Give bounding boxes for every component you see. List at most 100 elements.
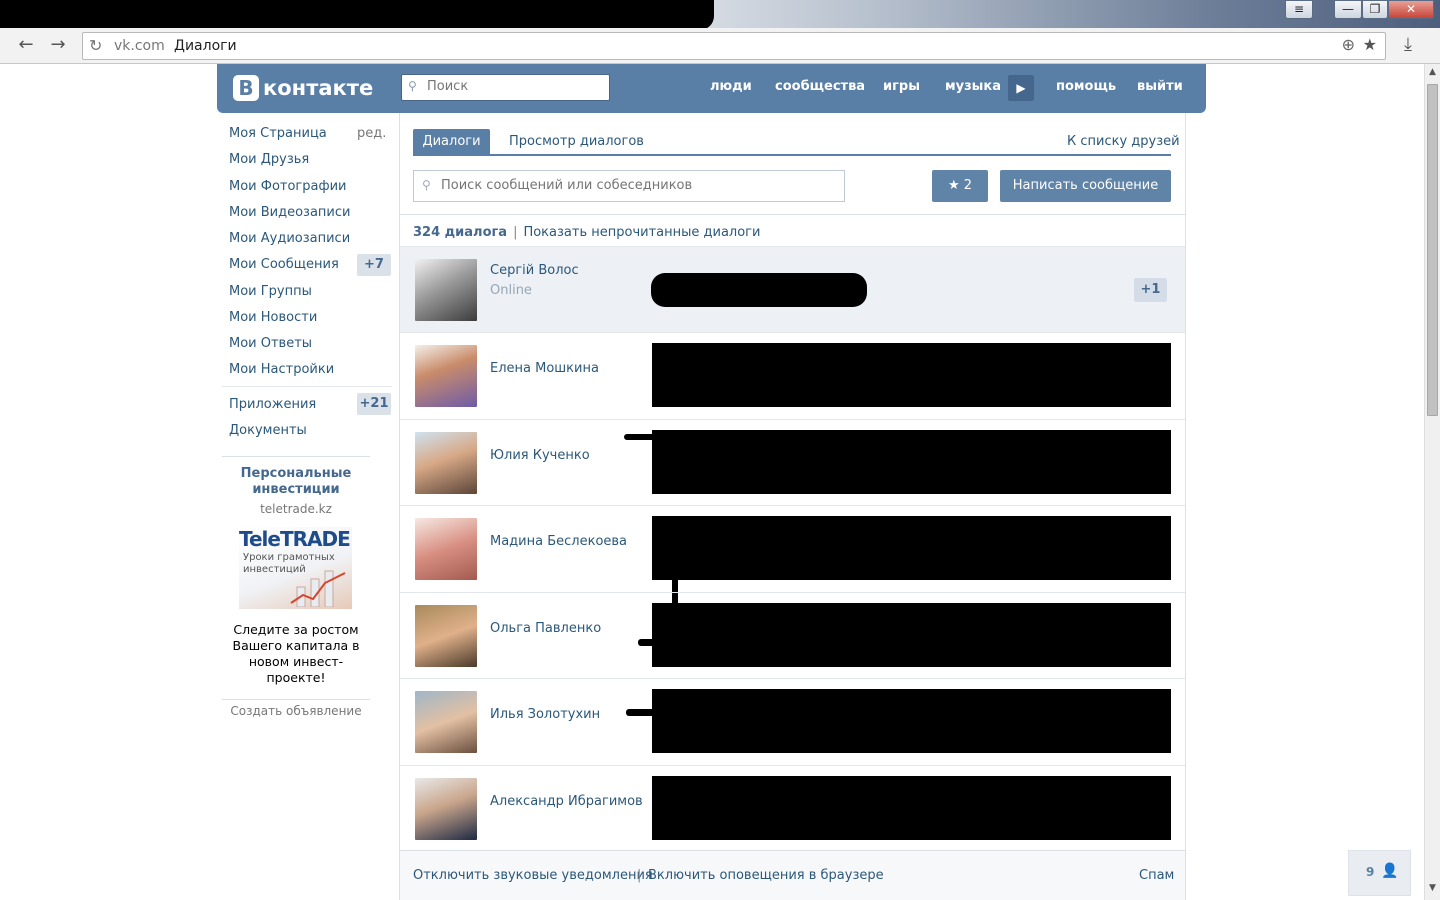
search-icon: ⚲ [422,178,431,192]
bookmark-star-icon[interactable]: ★ [1363,35,1377,54]
redacted-message [652,516,1171,580]
tab-view-dialogs[interactable]: Просмотр диалогов [509,134,644,149]
address-bar[interactable]: ↻ vk.com Диалоги ⊕ ★ [82,32,1386,60]
dialog-row[interactable]: Мадина Беслекоева [400,505,1185,604]
spam-link[interactable]: Спам [1139,868,1174,883]
avatar[interactable] [415,691,477,753]
scrollbar-thumb[interactable] [1427,84,1438,416]
dialog-user-name[interactable]: Юлия Кученко [490,448,590,463]
summary-divider [400,214,1185,215]
mute-sounds-link[interactable]: Отключить звуковые уведомления [413,868,653,883]
menu-groups[interactable]: Мои Группы [229,284,312,299]
menu-icon[interactable]: ≡ [1285,0,1313,19]
favorites-button[interactable]: ★ 2 [932,170,988,202]
dialog-user-name[interactable]: Ольга Павленко [490,621,601,636]
to-friends-link[interactable]: К списку друзей [1067,134,1180,149]
avatar[interactable] [415,778,477,840]
dialog-user-name[interactable]: Сергій Волос [490,263,579,278]
message-search-input[interactable] [441,178,841,193]
ad-image[interactable]: TeleTRADE Уроки грамотных инвестиций [239,527,352,609]
avatar[interactable] [415,259,477,321]
redacted-message [652,430,1171,494]
tabs-underline [413,154,1171,156]
redacted-tabs-area [0,0,714,30]
avatar[interactable] [415,605,477,667]
dialog-row[interactable]: Александр Ибрагимов [400,765,1185,851]
zoom-icon[interactable]: ⊕ [1342,35,1355,54]
dialogs-count: 324 диалога [413,225,508,240]
page-scrollbar[interactable]: ▲ ▼ [1424,64,1440,900]
menu-settings[interactable]: Мои Настройки [229,362,334,377]
online-status: Online [490,283,532,298]
redaction-stroke [624,434,664,440]
forward-icon[interactable]: → [46,35,70,57]
redacted-message [652,689,1171,753]
url-path: Диалоги [174,38,237,54]
write-message-button[interactable]: Написать сообщение [1000,170,1171,202]
ad-text[interactable]: Следите за ростом Вашего капитала в ново… [222,622,370,686]
download-icon[interactable]: ⤓ [1404,34,1412,55]
nav-music[interactable]: музыка [945,79,1001,94]
nav-logout[interactable]: выйти [1137,79,1183,94]
dialog-user-name[interactable]: Александр Ибрагимов [490,794,643,809]
nav-communities[interactable]: сообщества [775,79,865,94]
menu-my-page[interactable]: Моя Страница [229,126,327,141]
nav-games[interactable]: игры [883,79,920,94]
menu-videos[interactable]: Мои Видеозаписи [229,205,350,220]
star-icon: ★ [947,178,960,193]
avatar[interactable] [415,432,477,494]
vk-logo-icon: В [233,75,259,101]
redacted-message [652,343,1171,407]
header-search-input[interactable] [427,79,605,94]
ad-title[interactable]: Персональные инвестиции [222,466,370,498]
apps-badge[interactable]: +21 [357,393,391,415]
menu-answers[interactable]: Мои Ответы [229,336,312,351]
menu-edit-link[interactable]: ред. [357,126,386,141]
dialog-user-name[interactable]: Илья Золотухин [490,707,600,722]
redacted-message [652,776,1171,840]
ad-domain: teletrade.kz [260,502,332,516]
nav-help[interactable]: помощь [1056,79,1116,94]
dialog-row[interactable]: Илья Золотухин [400,678,1185,764]
favorites-count: 2 [963,178,973,193]
site-header: Вконтакте ⚲ люди сообщества игры музыка … [217,64,1206,113]
close-icon[interactable]: ✕ [1388,0,1434,19]
music-play-icon[interactable]: ▶ [1008,75,1034,101]
menu-messages[interactable]: Мои Сообщения [229,257,339,272]
create-ad-link[interactable]: Создать объявление [222,704,370,718]
search-icon: ⚲ [408,79,417,93]
menu-friends[interactable]: Мои Друзья [229,152,309,167]
menu-documents[interactable]: Документы [229,423,307,438]
scroll-down-icon[interactable]: ▼ [1425,880,1440,896]
teletrade-logo: TeleTRADE [239,527,351,551]
menu-divider [222,386,392,387]
menu-apps[interactable]: Приложения [229,397,316,412]
user-icon: 👤 [1381,863,1399,879]
dialog-row[interactable]: Юлия Кученко [400,419,1185,505]
nav-people[interactable]: люди [710,79,752,94]
dialog-row[interactable]: Елена Мошкина [400,332,1185,418]
menu-audio[interactable]: Мои Аудиозаписи [229,231,350,246]
avatar[interactable] [415,518,477,580]
minimize-icon[interactable]: — [1334,0,1362,19]
reload-icon[interactable]: ↻ [89,36,102,55]
menu-news[interactable]: Мои Новости [229,310,317,325]
dialog-user-name[interactable]: Елена Мошкина [490,361,599,376]
menu-photos[interactable]: Мои Фотографии [229,179,346,194]
header-search[interactable]: ⚲ [401,74,610,101]
message-search[interactable]: ⚲ [413,170,845,202]
avatar[interactable] [415,345,477,407]
online-friends-widget[interactable]: 9 👤 [1348,850,1411,896]
messages-badge[interactable]: +7 [357,254,391,276]
maximize-icon[interactable]: ❐ [1362,0,1388,19]
scroll-up-icon[interactable]: ▲ [1425,64,1440,80]
ad-divider [222,456,370,457]
tab-dialogs[interactable]: Диалоги [413,129,490,155]
dialog-row[interactable]: Сергій Волос Online +1 [400,246,1185,332]
dialog-user-name[interactable]: Мадина Беслекоева [490,534,627,549]
show-unread-link[interactable]: Показать непрочитанные диалоги [523,225,760,240]
vk-logo[interactable]: Вконтакте [233,74,373,102]
browser-notifications-link[interactable]: Включить оповещения в браузере [648,868,884,883]
back-icon[interactable]: ← [14,35,38,57]
dialog-row[interactable]: Ольга Павленко [400,592,1185,678]
